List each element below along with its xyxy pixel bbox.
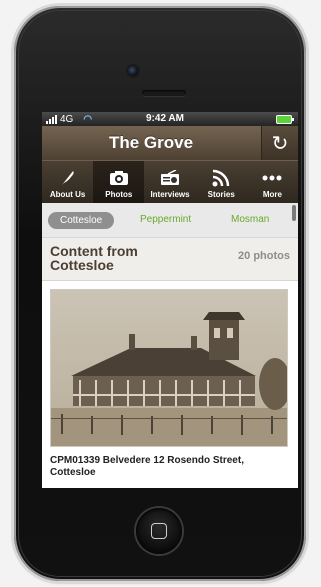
radio-icon: [160, 168, 180, 188]
home-square-icon: [151, 523, 167, 539]
camera-icon: [109, 168, 129, 188]
filter-peppermint[interactable]: Peppermint: [140, 214, 191, 225]
tab-label: Interviews: [150, 190, 190, 199]
filter-mosman[interactable]: Mosman: [231, 214, 269, 225]
tab-stories[interactable]: Stories: [196, 161, 247, 203]
tab-photos[interactable]: Photos: [93, 161, 145, 203]
status-time: 9:42 AM: [146, 113, 184, 124]
tab-bar: About Us Photos Interviews Stories More: [42, 160, 298, 203]
home-button[interactable]: [136, 508, 182, 554]
refresh-button[interactable]: ↻: [261, 126, 298, 160]
photo-caption: CPM01339 Belvedere 12 Rosendo Street, Co…: [50, 455, 244, 478]
tab-more[interactable]: More: [247, 161, 298, 203]
rss-icon: [212, 168, 230, 188]
status-bar: 4G ◠ 9:42 AM: [42, 112, 298, 126]
app-title: The Grove: [108, 133, 194, 152]
wifi-icon: ◠: [83, 113, 93, 125]
tab-label: More: [262, 190, 282, 199]
photo-card[interactable]: CPM01339 Belvedere 12 Rosendo Street, Co…: [42, 281, 298, 479]
tab-label: About Us: [49, 190, 86, 199]
horizontal-scrollbar[interactable]: [292, 205, 296, 221]
tab-interviews[interactable]: Interviews: [144, 161, 195, 203]
app-header: The Grove ↻: [42, 126, 298, 160]
signal-strength-icon: [46, 114, 57, 124]
photo-thumbnail[interactable]: [50, 289, 288, 447]
battery-icon: [276, 115, 294, 124]
earpiece-speaker: [142, 90, 186, 96]
phone-frame: 4G ◠ 9:42 AM The Grove ↻ About Us Photos…: [14, 6, 306, 581]
content-header: Content from Cottesloe 20 photos: [42, 238, 298, 281]
filter-cottesloe[interactable]: Cottesloe: [48, 211, 115, 229]
app-screen: 4G ◠ 9:42 AM The Grove ↻ About Us Photos…: [42, 112, 298, 488]
front-camera-icon: [128, 66, 138, 76]
more-dots-icon: [262, 168, 282, 188]
location-filter-bar: Cottesloe Peppermint Mosman: [42, 203, 298, 238]
tab-label: Photos: [105, 190, 133, 199]
tab-about-us[interactable]: About Us: [42, 161, 93, 203]
photo-count: 20 photos: [238, 250, 290, 262]
refresh-icon: ↻: [271, 132, 289, 155]
historic-house-image: [51, 290, 287, 446]
network-type: 4G: [60, 113, 74, 125]
content-title: Content from Cottesloe: [50, 243, 138, 273]
tab-label: Stories: [207, 190, 235, 199]
quill-icon: [59, 168, 77, 188]
